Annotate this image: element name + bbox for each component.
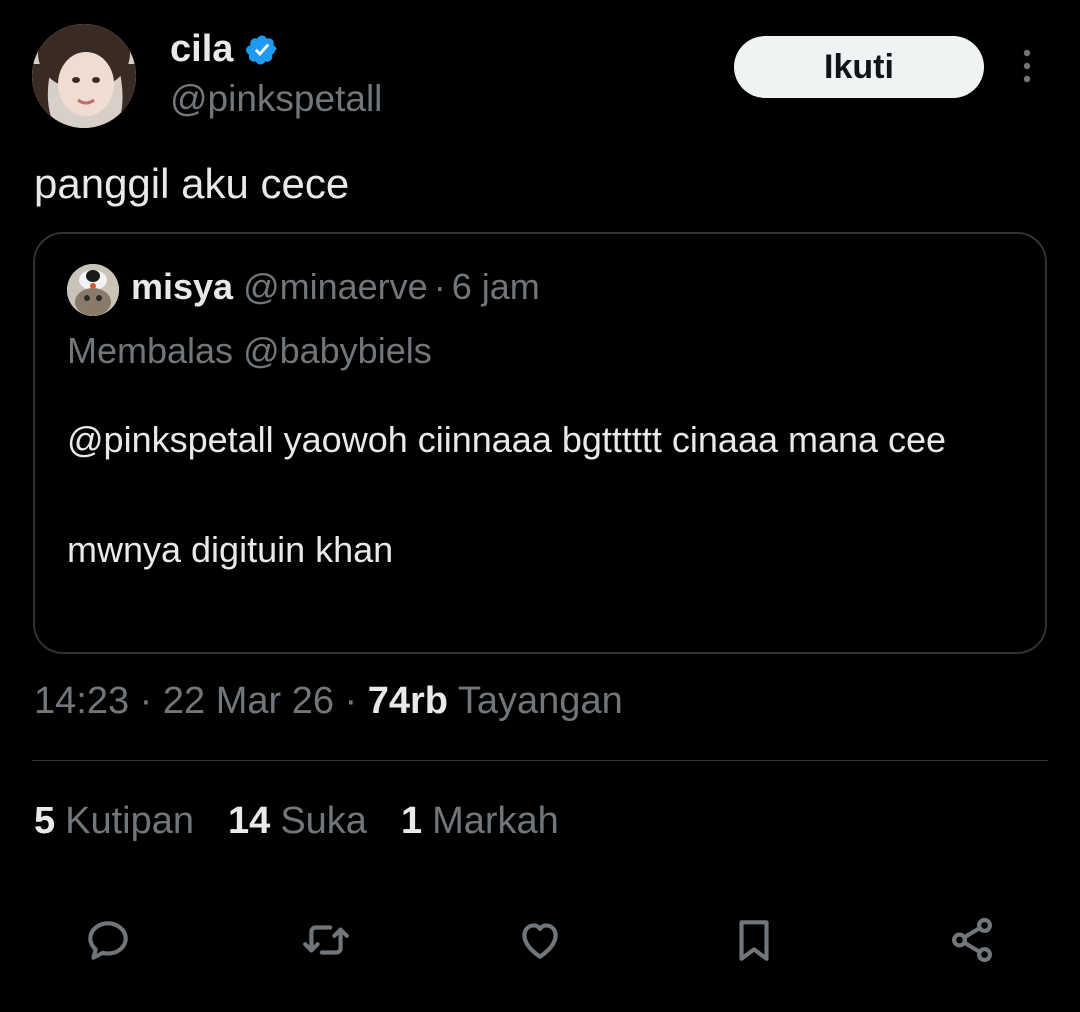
author-handle[interactable]: @pinkspetall (170, 78, 382, 120)
verified-badge-icon (246, 34, 277, 65)
stat-count: 1 (400, 800, 423, 842)
stat-label: Suka (280, 800, 367, 842)
share-button[interactable] (942, 910, 1002, 970)
quoted-time: 6 jam (451, 266, 540, 307)
stat-likes[interactable]: 14 Suka (228, 800, 367, 843)
quoted-body: @pinkspetall yaowoh ciinnaaa bgtttttt ci… (67, 412, 997, 577)
follow-button[interactable]: Ikuti (734, 36, 984, 98)
quoted-body-line-2: mwnya digituin khan (67, 529, 394, 570)
quoted-reply-to: Membalas @babybiels (67, 330, 432, 371)
stat-count: 5 (34, 800, 56, 842)
retweet-button[interactable] (296, 910, 356, 970)
quoted-display-name[interactable]: misya (131, 266, 233, 307)
quoted-avatar[interactable] (67, 264, 119, 316)
share-icon (952, 917, 992, 963)
stat-bookmarks[interactable]: 1 Markah (401, 800, 559, 843)
author-name-row[interactable]: cila (170, 28, 279, 71)
meta-separator: · (139, 680, 153, 722)
stat-quotes[interactable]: 5 Kutipan (34, 800, 194, 843)
views-count: 74rb (367, 680, 449, 722)
stat-label: Markah (432, 800, 559, 842)
reply-icon (88, 921, 128, 960)
reply-button[interactable] (78, 910, 138, 970)
action-bar (0, 910, 1080, 970)
bookmark-icon (739, 920, 769, 961)
quoted-separator: · (433, 266, 446, 307)
views-label: Tayangan (457, 680, 623, 722)
quoted-body-line-1: @pinkspetall yaowoh ciinnaaa bgtttttt ci… (67, 419, 947, 460)
divider (32, 760, 1048, 761)
meta-separator: · (344, 680, 358, 722)
more-vertical-icon[interactable] (1014, 46, 1040, 86)
stat-count: 14 (228, 800, 271, 842)
like-icon (522, 923, 558, 959)
tweet-text: panggil aku cece (34, 160, 350, 207)
quoted-tweet-card[interactable]: misya @minaerve · 6 jam Membalas @babybiels… (33, 232, 1047, 654)
tweet-time[interactable]: 14:23 (34, 680, 129, 722)
tweet-date[interactable]: 22 Mar 26 (163, 680, 334, 722)
bookmark-button[interactable] (724, 910, 784, 970)
engagement-stats: 5 Kutipan 14 Suka 1 Markah (34, 800, 593, 843)
tweet-meta: 14:23 · 22 Mar 26 · 74rb Tayangan (34, 680, 623, 723)
author-display-name[interactable]: cila (170, 28, 233, 71)
quoted-handle[interactable]: @minaerve (243, 266, 428, 307)
like-button[interactable] (510, 910, 570, 970)
stat-label: Kutipan (65, 800, 195, 842)
quoted-header: misya @minaerve · 6 jam (131, 266, 540, 308)
retweet-icon (303, 925, 349, 955)
avatar[interactable] (32, 24, 136, 128)
